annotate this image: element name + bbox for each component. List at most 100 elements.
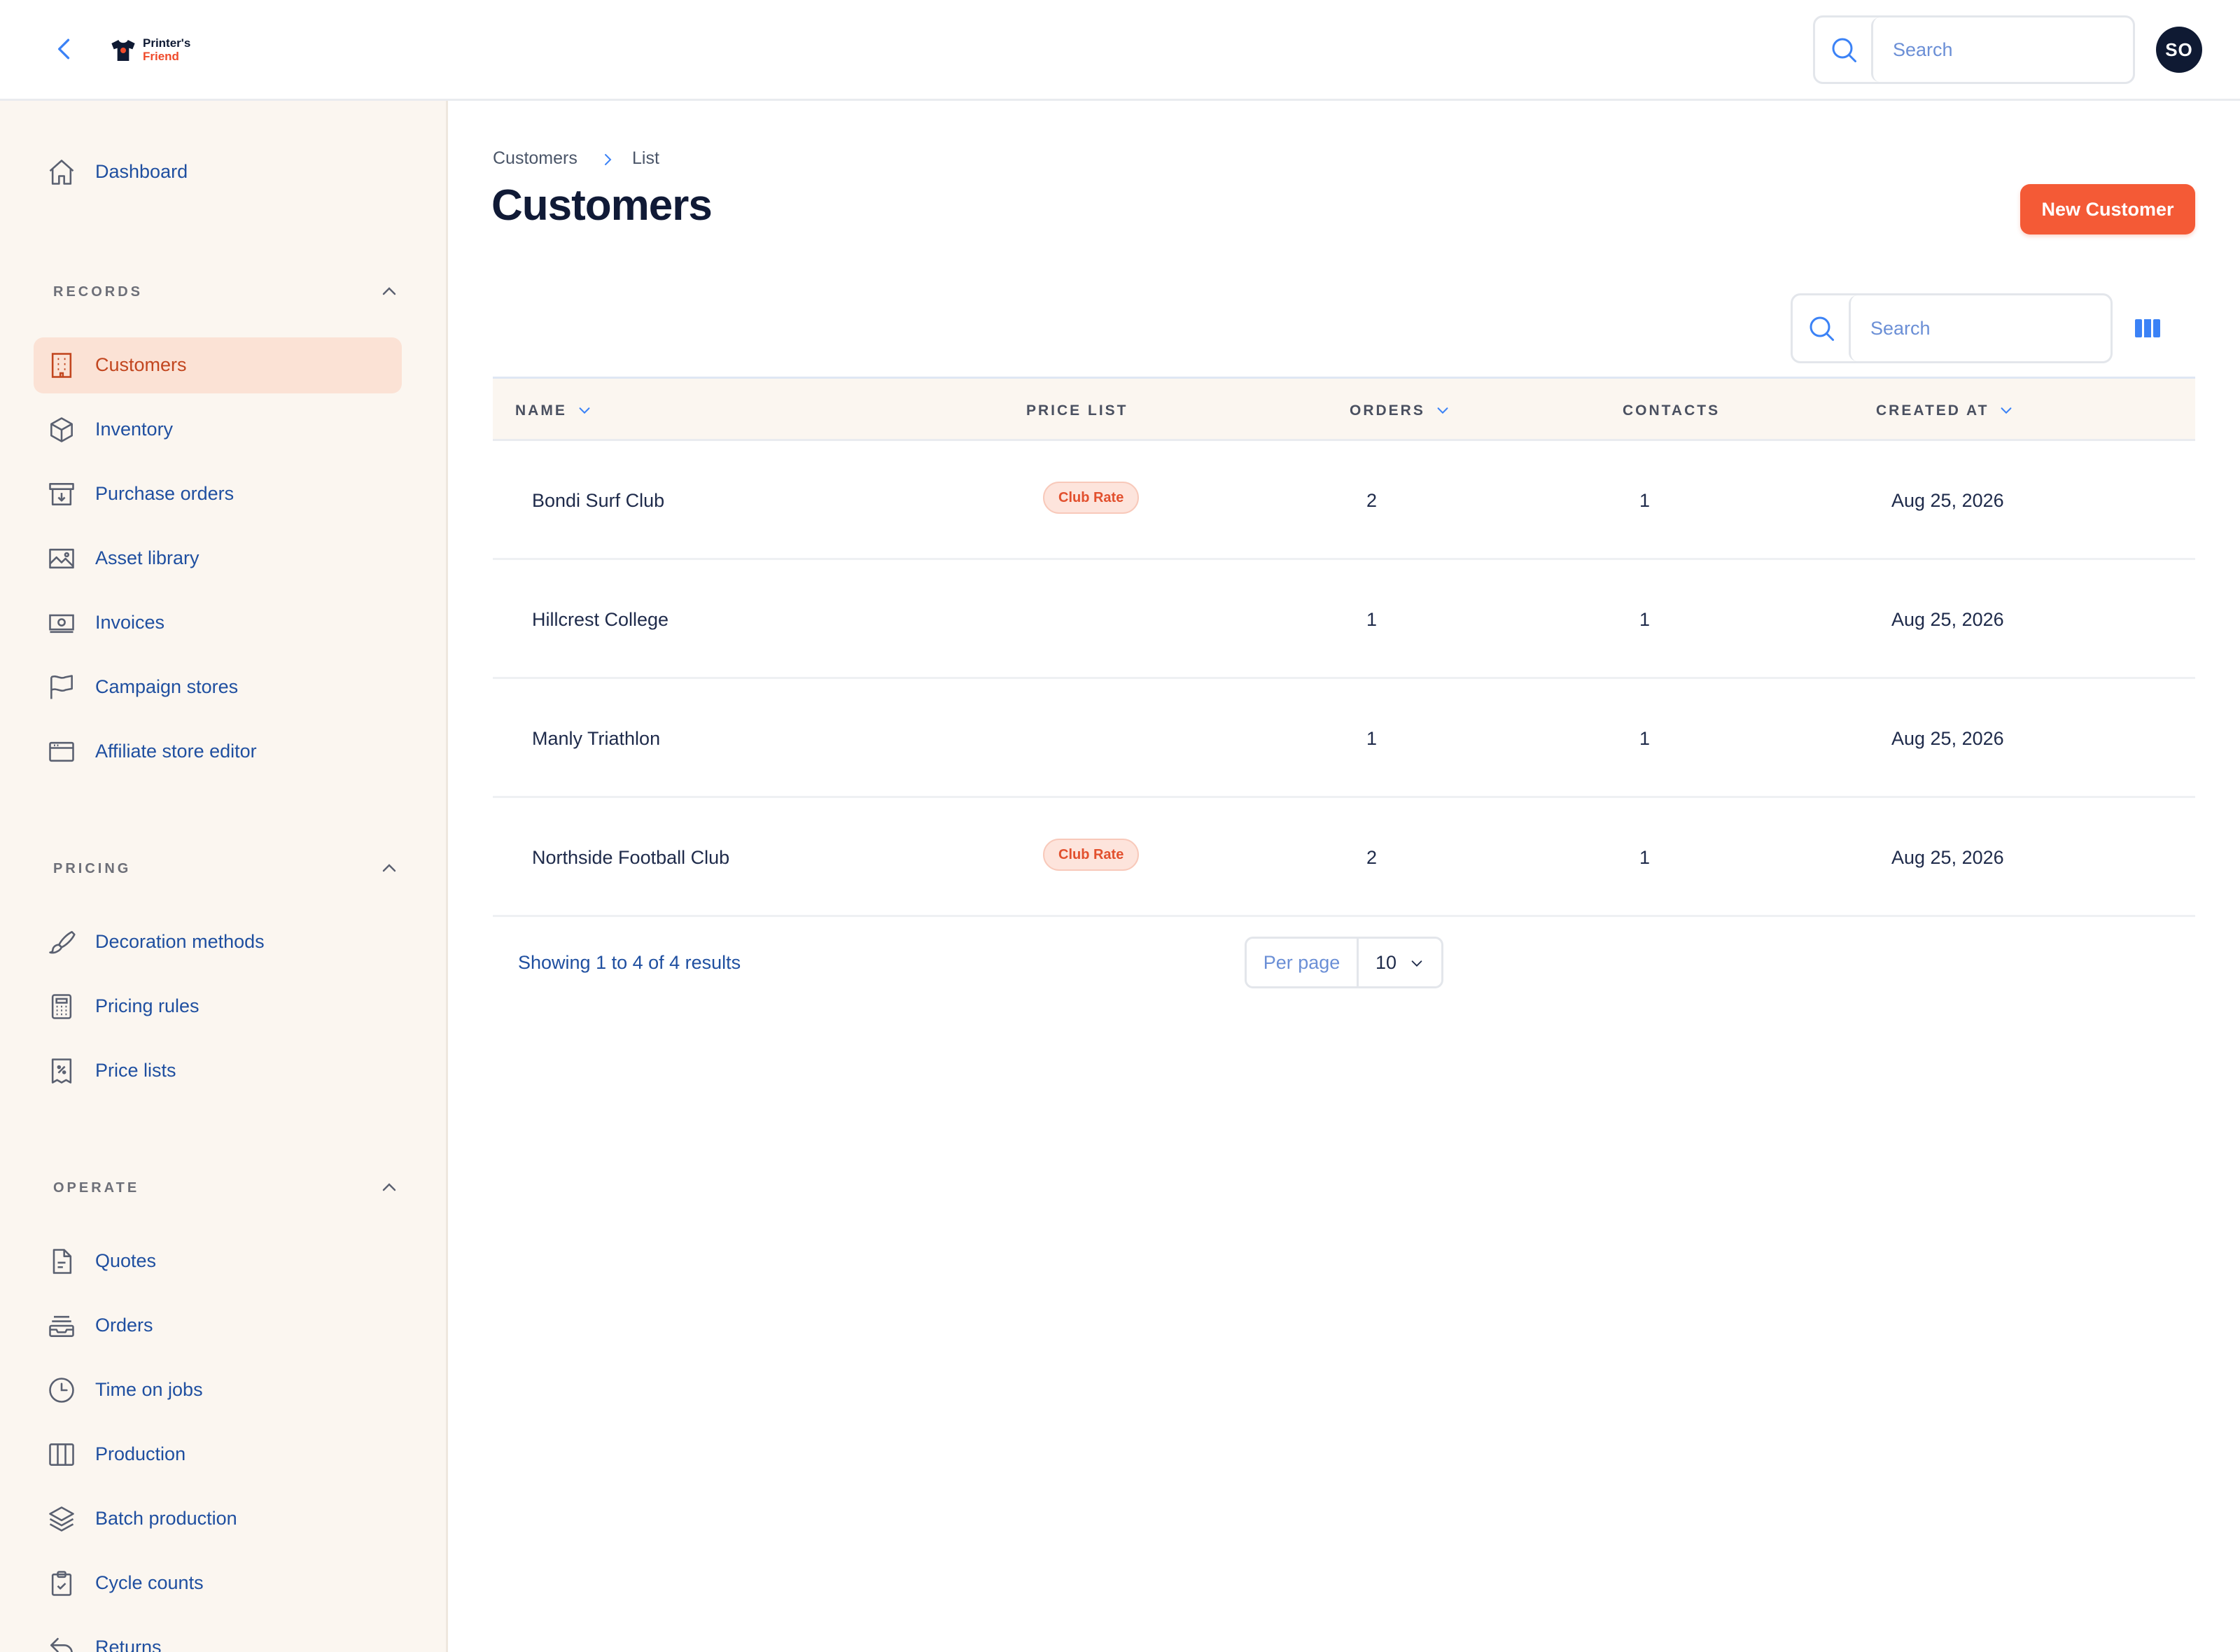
section-operate[interactable]: OPERATE — [53, 1175, 403, 1203]
sidebar-item-cycle-counts[interactable]: Cycle counts — [34, 1555, 402, 1611]
clipboard-check-icon — [51, 1571, 72, 1596]
avatar[interactable]: SO — [2156, 27, 2202, 73]
sidebar-item-label: Affiliate store editor — [95, 741, 257, 762]
sidebar-item-label: Time on jobs — [95, 1379, 203, 1400]
table-search-input-wrapper — [1849, 295, 2110, 361]
browser-window-icon — [49, 741, 74, 762]
per-page-label: Per page — [1247, 939, 1359, 986]
logo-text: Printer's Friend — [143, 36, 190, 63]
cell-orders: 2 — [1366, 847, 1378, 868]
logo[interactable]: Printer's Friend — [109, 35, 200, 66]
section-title: OPERATE — [53, 1180, 140, 1196]
global-search — [1813, 15, 2135, 84]
sidebar-item-campaign-stores[interactable]: Campaign stores — [34, 659, 402, 715]
sidebar-item-label: Price lists — [95, 1060, 176, 1081]
table-row[interactable]: Manly Triathlon 1 1 Aug 25, 2026 — [493, 679, 2195, 798]
sidebar-item-production[interactable]: Production — [34, 1427, 402, 1483]
sidebar-item-decoration-methods[interactable]: Decoration methods — [34, 914, 402, 970]
table-header: NAME PRICE LIST ORDERS CONTACTS CREATED … — [493, 377, 2195, 441]
section-title: PRICING — [53, 861, 132, 876]
cell-contacts: 1 — [1639, 609, 1651, 630]
sidebar-item-label: Batch production — [95, 1508, 237, 1529]
sidebar-item-label: Pricing rules — [95, 995, 200, 1016]
table-row[interactable]: Hillcrest College 1 1 Aug 25, 2026 — [493, 560, 2195, 679]
column-header-created-at[interactable]: CREATED AT — [1876, 402, 2014, 419]
column-header-price-list: PRICE LIST — [1026, 402, 1128, 419]
cell-created-at: Aug 25, 2026 — [1891, 728, 2004, 749]
price-list-badge: Club Rate — [1043, 839, 1140, 871]
per-page-value[interactable]: 10 — [1376, 939, 1396, 986]
sidebar-item-label: Production — [95, 1443, 186, 1464]
sidebar-item-batch-production[interactable]: Batch production — [34, 1491, 402, 1547]
column-header-contacts: CONTACTS — [1623, 402, 1720, 419]
back-arrow-icon[interactable] — [49, 34, 80, 64]
column-header-label: PRICE LIST — [1026, 402, 1128, 419]
chevron-up-icon[interactable] — [378, 1176, 400, 1198]
chevron-down-icon — [1411, 960, 1422, 967]
archive-download-icon — [49, 483, 74, 505]
section-pricing[interactable]: PRICING — [53, 855, 403, 883]
chevron-up-icon[interactable] — [378, 280, 400, 302]
sidebar-item-price-lists[interactable]: Price lists — [34, 1043, 402, 1099]
sidebar-item-orders[interactable]: Orders — [34, 1298, 402, 1354]
column-header-label: CREATED AT — [1876, 402, 1989, 419]
sidebar-item-returns[interactable]: Returns — [34, 1620, 402, 1652]
table-search-input[interactable] — [1851, 295, 2110, 361]
columns-icon — [49, 1443, 74, 1466]
sidebar-item-label: Customers — [95, 354, 187, 375]
return-arrow-icon — [50, 1637, 73, 1652]
flag-icon — [50, 675, 73, 699]
tshirt-logo-icon — [111, 40, 135, 61]
cell-created-at: Aug 25, 2026 — [1891, 847, 2004, 868]
cell-name: Hillcrest College — [532, 609, 669, 630]
section-records[interactable]: RECORDS — [53, 279, 403, 307]
chevron-down-icon — [2001, 407, 2012, 414]
chevron-down-icon — [579, 407, 590, 414]
sidebar-item-time-on-jobs[interactable]: Time on jobs — [34, 1362, 402, 1418]
global-search-input[interactable] — [1873, 18, 2133, 82]
sidebar-item-label: Inventory — [95, 419, 174, 440]
sidebar-item-pricing-rules[interactable]: Pricing rules — [34, 979, 402, 1035]
sidebar-item-dashboard[interactable]: Dashboard — [34, 144, 402, 200]
search-icon[interactable] — [1815, 18, 1871, 82]
cell-contacts: 1 — [1639, 847, 1651, 868]
sidebar-item-asset-library[interactable]: Asset library — [34, 531, 402, 587]
chevron-up-icon[interactable] — [378, 857, 400, 879]
sidebar-item-purchase-orders[interactable]: Purchase orders — [34, 466, 402, 522]
section-title: RECORDS — [53, 284, 144, 300]
new-customer-button[interactable]: New Customer — [2020, 184, 2195, 234]
cell-orders: 2 — [1366, 490, 1378, 511]
global-search-input-wrapper — [1871, 18, 2133, 82]
sidebar-item-invoices[interactable]: Invoices — [34, 595, 402, 651]
top-bar: Printer's Friend SO — [0, 0, 2240, 101]
per-page-select[interactable]: Per page 10 — [1245, 937, 1443, 988]
sidebar-item-quotes[interactable]: Quotes — [34, 1233, 402, 1289]
results-summary: Showing 1 to 4 of 4 results — [518, 952, 741, 973]
sidebar: Dashboard RECORDS Customers Inventory Pu… — [0, 101, 448, 1652]
layers-icon — [49, 1506, 74, 1532]
clock-icon — [49, 1378, 74, 1403]
column-header-label: CONTACTS — [1623, 402, 1721, 419]
cell-name: Manly Triathlon — [532, 728, 661, 749]
inbox-stack-icon — [49, 1315, 74, 1337]
logo-line-2: Friend — [143, 50, 179, 63]
receipt-percent-icon — [51, 1058, 72, 1084]
sidebar-item-affiliate-store-editor[interactable]: Affiliate store editor — [34, 724, 402, 780]
cell-contacts: 1 — [1639, 728, 1651, 749]
building-icon — [51, 353, 72, 378]
cell-created-at: Aug 25, 2026 — [1891, 609, 2004, 630]
cell-orders: 1 — [1366, 609, 1378, 630]
cell-orders: 1 — [1366, 728, 1378, 749]
sidebar-item-label: Cycle counts — [95, 1572, 204, 1593]
table-row[interactable]: Northside Football Club Club Rate 2 1 Au… — [493, 798, 2195, 917]
search-icon[interactable] — [1793, 295, 1849, 361]
chevron-down-icon — [1437, 407, 1448, 414]
column-header-name[interactable]: NAME — [515, 402, 592, 419]
column-header-orders[interactable]: ORDERS — [1350, 402, 1450, 419]
sidebar-item-label: Campaign stores — [95, 676, 239, 697]
breadcrumb-customers[interactable]: Customers — [493, 148, 578, 169]
table-row[interactable]: Bondi Surf Club Club Rate 2 1 Aug 25, 20… — [493, 441, 2195, 560]
sidebar-item-inventory[interactable]: Inventory — [34, 402, 402, 458]
sidebar-item-customers[interactable]: Customers — [34, 337, 402, 393]
columns-toggle-icon[interactable] — [2134, 316, 2162, 340]
